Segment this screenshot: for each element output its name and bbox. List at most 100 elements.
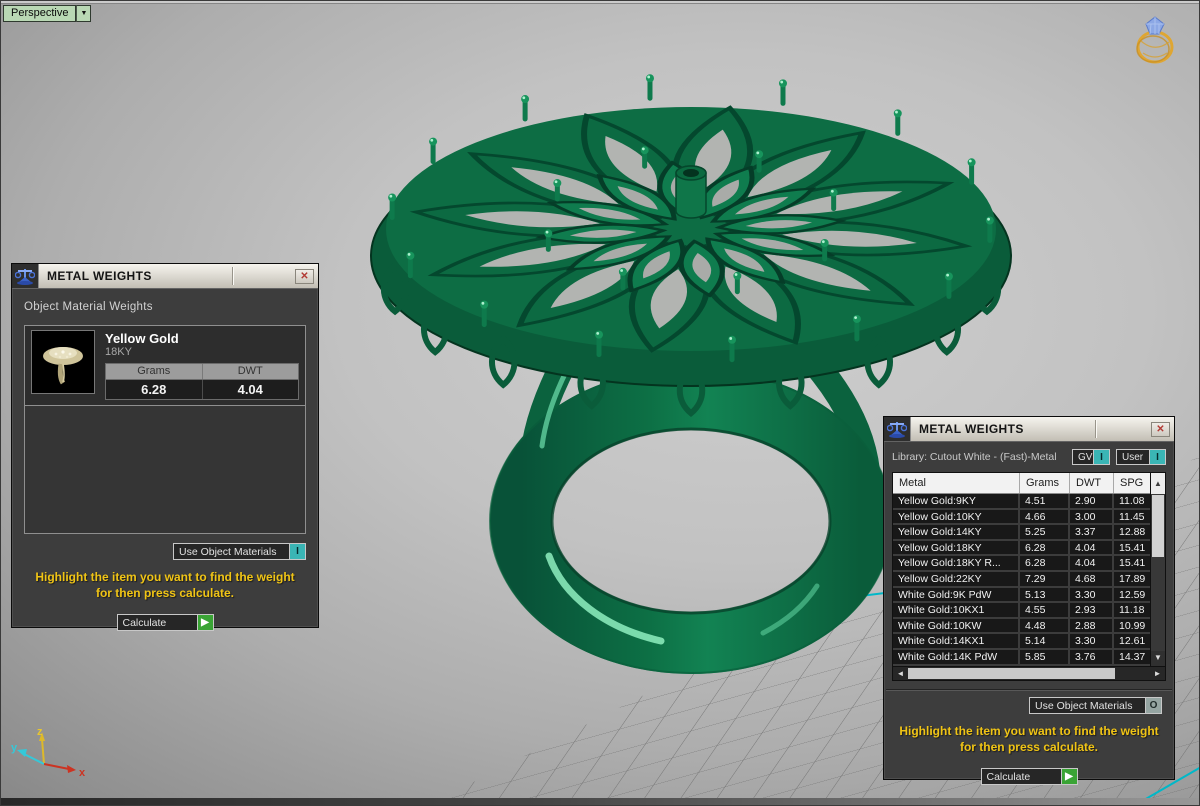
viewport-name[interactable]: Perspective	[3, 5, 77, 22]
material-name: Yellow Gold	[105, 331, 179, 346]
table-row[interactable]: Yellow Gold:9KY 4.51 2.90 11.08	[893, 494, 1150, 510]
panel-titlebar[interactable]: METAL WEIGHTS ✕	[884, 417, 1174, 442]
table-cell: 12.88	[1119, 526, 1146, 539]
column-header-grams[interactable]: Grams	[1020, 473, 1070, 493]
use-object-materials-button[interactable]: Use Object Materials O	[1029, 697, 1162, 714]
table-cell: 4.04	[1070, 556, 1114, 570]
scrollbar-thumb[interactable]	[908, 668, 1115, 679]
play-icon[interactable]: ▶	[1060, 769, 1077, 785]
material-card[interactable]: Yellow Gold 18KY Grams DWT 6.28 4.04	[25, 326, 305, 406]
column-header-metal[interactable]: Metal	[893, 473, 1020, 493]
table-cell: 7.29	[1020, 571, 1070, 586]
table-cell: 15.41	[1119, 541, 1146, 554]
table-cell: 12.61	[1119, 635, 1146, 648]
table-cell: Yellow Gold:10KY	[893, 509, 1020, 524]
panel-titlebar[interactable]: METAL WEIGHTS ✕	[12, 264, 318, 289]
toggle-on-indicator[interactable]: I	[1149, 450, 1165, 464]
dwt-header: DWT	[237, 365, 263, 377]
table-row[interactable]: Yellow Gold:18KY 6.28 4.04 15.41	[893, 540, 1150, 557]
table-cell: White Gold:14KX1	[893, 634, 1020, 648]
grams-header: Grams	[106, 364, 203, 379]
table-row[interactable]: Yellow Gold:14KY 5.25 3.37 12.88	[893, 525, 1150, 541]
section-label: Object Material Weights	[24, 301, 153, 313]
scroll-left-icon[interactable]: ◄	[893, 667, 908, 680]
table-cell: 5.25	[1020, 525, 1070, 539]
table-row[interactable]: White Gold:14K PdW 5.85 3.76 14.37	[893, 649, 1150, 666]
scroll-down-icon[interactable]: ▼	[1151, 651, 1165, 666]
axis-y-label: y	[11, 742, 18, 754]
table-row[interactable]: Yellow Gold:22KY 7.29 4.68 17.89	[893, 571, 1150, 588]
table-cell: White Gold:10KW	[893, 618, 1020, 633]
gold-ring-watermark-icon	[1136, 16, 1174, 64]
metal-table[interactable]: Metal Grams DWT SPG Yellow Gold:9KY 4.51 2…	[892, 472, 1166, 681]
axis-gizmo: z y x	[11, 726, 86, 779]
table-cell: 15.41	[1119, 557, 1146, 570]
balance-scale-icon	[12, 264, 39, 288]
close-icon[interactable]: ✕	[295, 268, 314, 284]
table-cell: 2.88	[1070, 618, 1114, 633]
scrollbar-thumb[interactable]	[1152, 495, 1164, 557]
viewport-top-edge	[1, 1, 1199, 4]
table-cell: 2.93	[1070, 603, 1114, 617]
calculate-button[interactable]: Calculate ▶	[980, 768, 1078, 786]
column-header-spg[interactable]: SPG	[1114, 473, 1150, 493]
table-cell: White Gold:9K PdW	[893, 587, 1020, 602]
table-cell: 17.89	[1119, 572, 1146, 585]
user-button[interactable]: User I	[1116, 449, 1166, 465]
table-cell: 3.37	[1070, 525, 1114, 539]
scroll-right-icon[interactable]: ►	[1150, 667, 1165, 680]
table-row[interactable]: White Gold:10KX1 4.55 2.93 11.18	[893, 603, 1150, 619]
chevron-down-icon[interactable]: ▼	[76, 5, 92, 22]
table-row[interactable]: White Gold:9K PdW 5.13 3.30 12.59	[893, 587, 1150, 604]
axis-x-label: x	[79, 767, 86, 779]
metal-weights-panel-left[interactable]: METAL WEIGHTS ✕ Object Material Weights	[11, 263, 319, 632]
table-row[interactable]: Yellow Gold:10KY 4.66 3.00 11.45	[893, 509, 1150, 526]
table-cell: Yellow Gold:18KY R...	[893, 556, 1020, 570]
ring-dome	[370, 74, 1012, 418]
table-cell: 6.28	[1020, 540, 1070, 555]
viewport[interactable]: Perspective ▼ z y x METAL WEIGHTS ✕ Obje…	[0, 0, 1200, 806]
table-cell: 3.76	[1070, 649, 1114, 664]
toggle-on-indicator[interactable]: I	[1093, 450, 1109, 464]
ring-shank	[489, 348, 893, 674]
close-icon[interactable]: ✕	[1151, 421, 1170, 437]
table-cell: 11.45	[1119, 510, 1145, 523]
table-row[interactable]: White Gold:14KX1 5.14 3.30 12.61	[893, 634, 1150, 650]
grams-value: 6.28	[106, 380, 203, 399]
table-row[interactable]: White Gold:10KW 4.48 2.88 10.99	[893, 618, 1150, 635]
table-cell: 3.30	[1070, 634, 1114, 648]
material-list: Yellow Gold 18KY Grams DWT 6.28 4.04	[24, 325, 306, 534]
vertical-scrollbar[interactable]: ▲ ▼	[1150, 473, 1165, 666]
metal-table-body[interactable]: Yellow Gold:9KY 4.51 2.90 11.08 Yellow Gold:…	[893, 494, 1150, 666]
table-cell: 4.48	[1020, 618, 1070, 633]
table-cell: 6.28	[1020, 556, 1070, 570]
scroll-up-icon[interactable]: ▲	[1151, 473, 1165, 494]
column-header-dwt[interactable]: DWT	[1070, 473, 1114, 493]
table-cell: 11.08	[1119, 495, 1145, 507]
table-cell: Yellow Gold:9KY	[893, 494, 1020, 508]
table-row[interactable]: Yellow Gold:18KY R... 6.28 4.04 15.41	[893, 556, 1150, 572]
metal-weights-panel-right[interactable]: METAL WEIGHTS ✕ Library: Cutout White - …	[883, 416, 1175, 786]
viewport-label-tab[interactable]: Perspective ▼	[3, 5, 92, 22]
table-cell: 12.59	[1119, 588, 1146, 601]
table-cell: 3.00	[1070, 509, 1114, 524]
play-icon[interactable]: ▶	[196, 615, 213, 631]
toggle-off-indicator[interactable]: O	[1145, 698, 1161, 713]
toggle-on-indicator[interactable]: I	[289, 544, 305, 559]
table-cell: Yellow Gold:22KY	[893, 571, 1020, 586]
horizontal-scrollbar[interactable]: ◄ ►	[893, 666, 1165, 680]
material-list-empty-area	[25, 406, 305, 533]
gv-button[interactable]: GV I	[1072, 449, 1110, 465]
calculate-button[interactable]: Calculate ▶	[116, 614, 214, 632]
table-cell: 14.37	[1119, 650, 1146, 663]
table-cell: 5.85	[1020, 649, 1070, 664]
table-cell: 3.30	[1070, 587, 1114, 602]
table-cell: 4.55	[1020, 603, 1070, 617]
table-cell: 4.68	[1070, 571, 1114, 586]
balance-scale-icon	[884, 417, 911, 441]
use-object-materials-button[interactable]: Use Object Materials I	[173, 543, 306, 560]
dwt-value: 4.04	[237, 382, 263, 397]
table-cell: 4.04	[1070, 540, 1114, 555]
panel-title: METAL WEIGHTS	[919, 422, 1024, 436]
axis-z-label: z	[37, 726, 43, 738]
